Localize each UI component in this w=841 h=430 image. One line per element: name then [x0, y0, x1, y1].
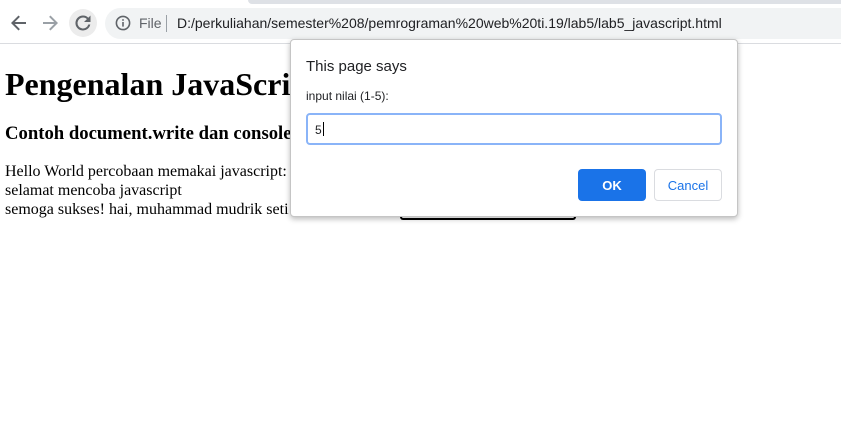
forward-button[interactable] [36, 9, 64, 37]
scheme-label: File [139, 15, 162, 31]
arrow-left-icon [11, 15, 26, 31]
reload-icon [75, 15, 91, 31]
page-subheading: Contoh document.write dan console [5, 123, 292, 144]
tab-strip [0, 0, 841, 4]
prompt-input[interactable]: 5 [306, 113, 722, 145]
output-line: Hello World percobaan memakai javascript… [5, 163, 287, 180]
browser-toolbar: File D:/perkuliahan/semester%208/pemrogr… [0, 0, 841, 44]
cancel-button[interactable]: Cancel [654, 169, 722, 201]
dialog-message: input nilai (1-5): [306, 89, 389, 103]
address-separator [166, 15, 167, 32]
prompt-dialog: This page says input nilai (1-5): 5 OK C… [290, 39, 738, 217]
text-caret [322, 122, 324, 136]
back-button[interactable] [5, 9, 33, 37]
dialog-title: This page says [306, 58, 407, 75]
arrow-right-icon [43, 15, 58, 31]
output-line: semoga sukses! hai, muhammad mudrik seti [5, 201, 289, 218]
address-bar[interactable]: File D:/perkuliahan/semester%208/pemrogr… [105, 8, 841, 39]
url-text[interactable]: D:/perkuliahan/semester%208/pemrograman%… [177, 15, 722, 31]
output-line: selamat mencoba javascript [5, 182, 182, 199]
page-heading: Pengenalan JavaScript [5, 66, 319, 102]
reload-button[interactable] [69, 9, 97, 37]
prompt-input-value: 5 [315, 123, 322, 137]
ok-button[interactable]: OK [578, 169, 646, 201]
info-circle-icon[interactable] [115, 15, 131, 31]
tab-strip-background [248, 0, 841, 4]
